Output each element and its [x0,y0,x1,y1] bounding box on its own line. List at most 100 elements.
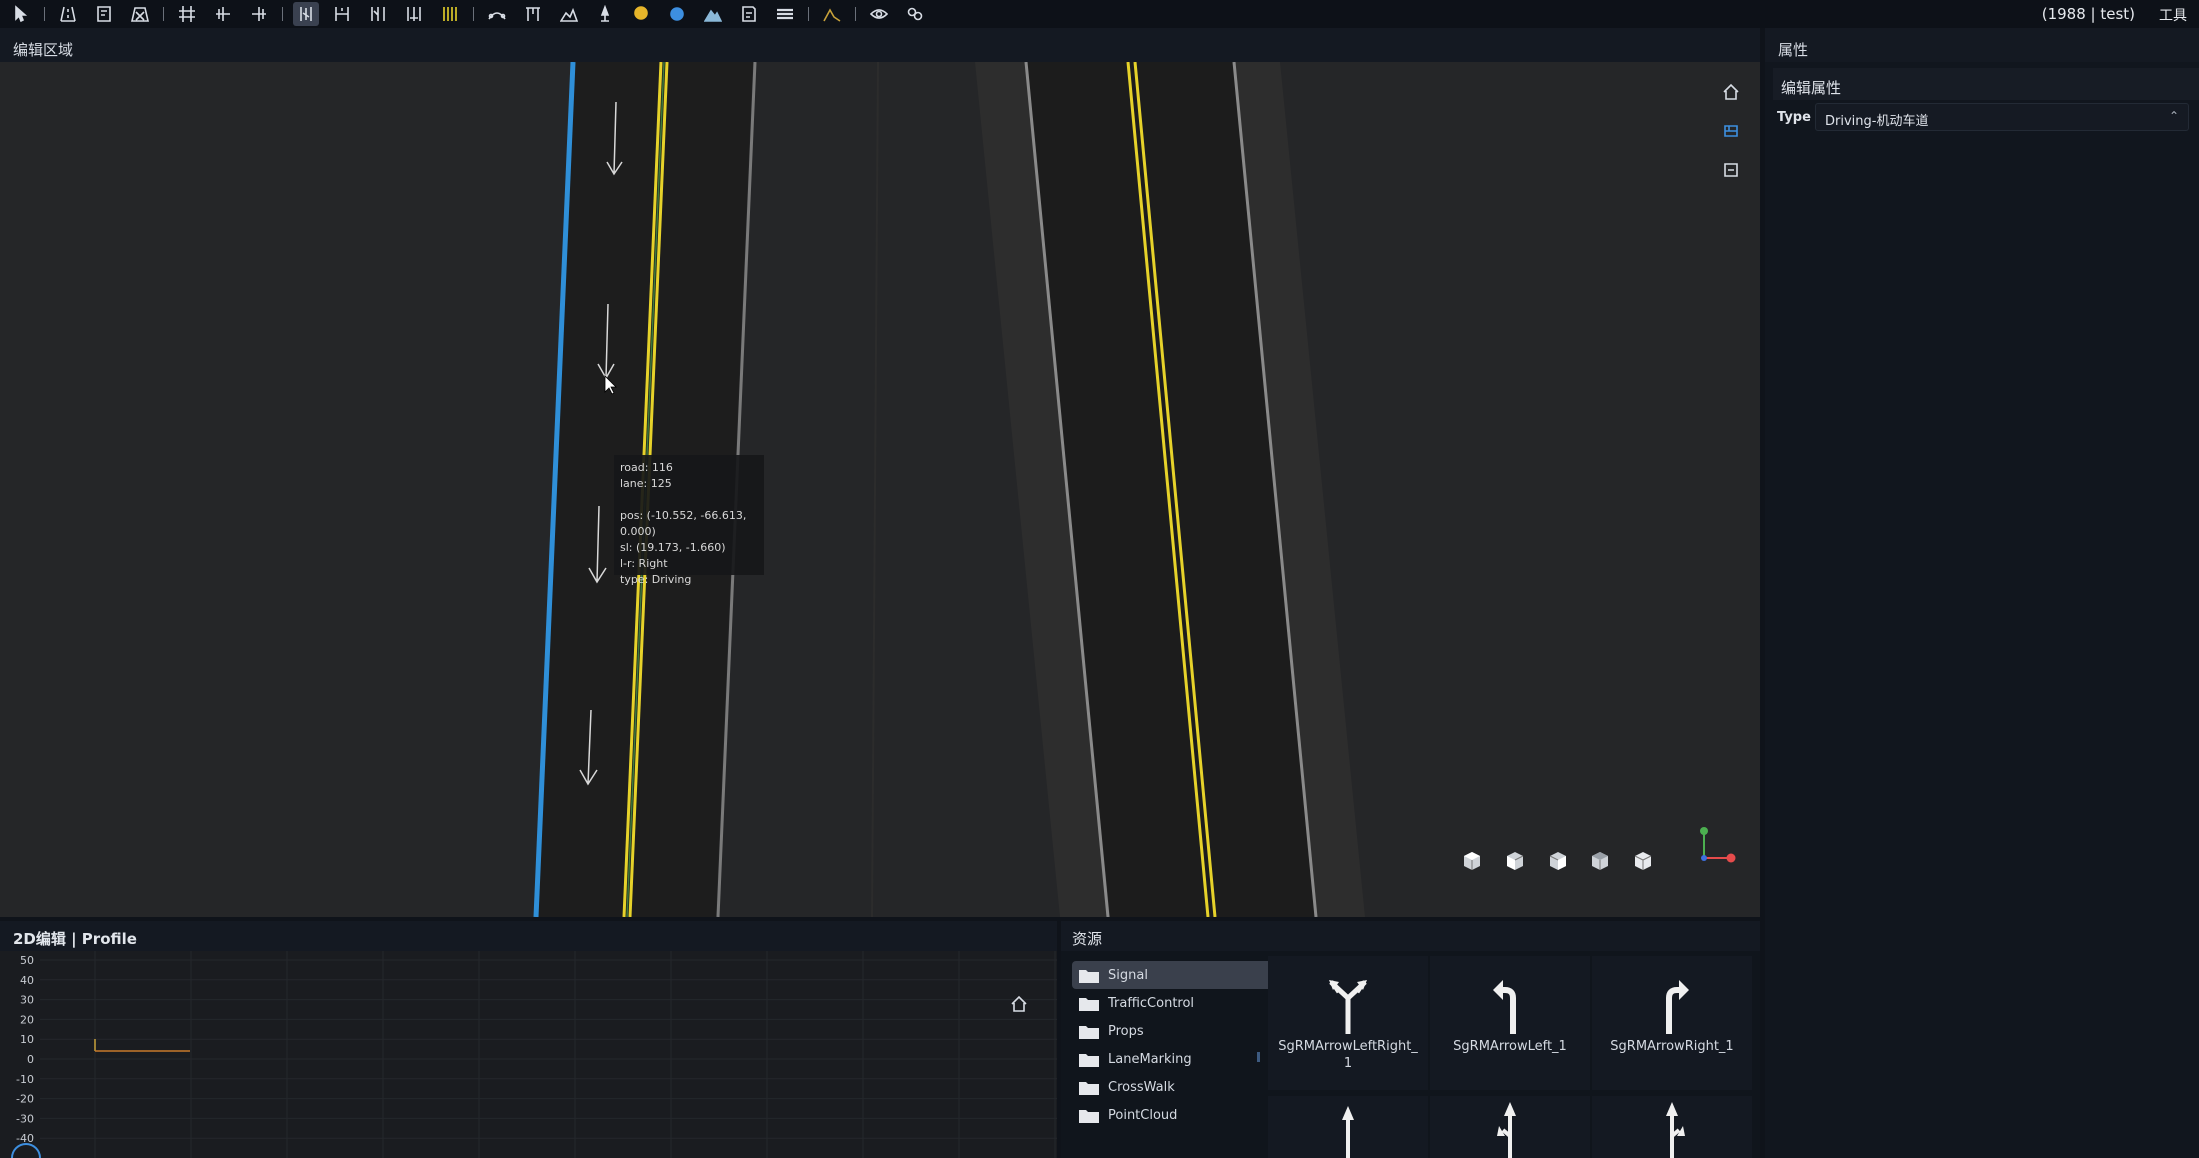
profile-home-icon[interactable] [1010,965,1036,1012]
cube-left-icon[interactable] [1545,848,1571,874]
lane-marking-icon[interactable] [437,2,463,26]
resources-panel: 资源 Signal TrafficControl Props LaneMarki… [1061,921,1760,1158]
arrow-straight-icon [1342,1106,1354,1158]
folder-label: LaneMarking [1108,1051,1192,1067]
resource-name-2: 1 [1343,1056,1353,1071]
tooltip-type: type: Driving [620,573,692,586]
resource-item-arrow-left[interactable]: SgRMArrowLeft_1 [1430,956,1590,1090]
curve-icon[interactable] [484,2,510,26]
folder-label: Props [1108,1023,1144,1039]
toolbar-separator [282,7,283,21]
tooltip-lr: l-r: Right [620,557,668,570]
profile-title: 2D编辑 | Profile [0,921,1057,951]
toolbar-separator [44,7,45,21]
tooltip-road: road: 116 [620,461,673,474]
profile-y-tick: 0 [27,1053,34,1066]
resource-name: SgRMArrowLeftRight_ [1278,1039,1418,1054]
resource-item-arrow-left-right[interactable]: SgRMArrowLeftRight_ 1 [1268,956,1428,1090]
lane-add-icon[interactable] [210,2,236,26]
profile-y-tick: 20 [20,1013,34,1026]
profile-y-tick: -20 [16,1093,34,1106]
cube-front-icon[interactable] [1459,848,1485,874]
chevron-updown-icon: ⌃ [2168,109,2179,123]
folder-icon [1078,968,1099,983]
object-icon[interactable] [664,2,690,26]
road-edit-icon[interactable] [91,2,117,26]
terrain-icon[interactable] [819,2,845,26]
eye-icon[interactable] [866,2,892,26]
folder-label: Signal [1108,967,1148,983]
axis-gizmo-icon [1700,827,1736,863]
map-icon[interactable] [736,2,762,26]
elevation-icon[interactable] [556,2,582,26]
type-select[interactable]: Driving-机动车道 ⌃ [1815,103,2189,131]
resource-name: SgRMArrowLeft_1 [1453,1039,1567,1054]
folder-icon [1078,1108,1099,1123]
mountain-icon[interactable] [700,2,726,26]
edit-viewport[interactable]: road: 116 lane: 125 pos: (-10.552, -66.6… [0,62,1760,917]
tools-menu[interactable]: 工具 [2159,5,2187,25]
resources-title: 资源 [1061,921,1760,951]
profile-y-ticks: 50403020100-10-20-30-40 [16,954,34,1145]
road-guide-line [871,62,879,917]
tooltip-lane: lane: 125 [620,477,672,490]
gate-icon[interactable] [520,2,546,26]
arrow-left-right-icon [1329,980,1367,1034]
type-label: Type [1777,110,1811,125]
link-icon[interactable] [902,2,928,26]
resource-grid: SgRMArrowLeftRight_ 1 SgRMArrowLeft_1 SgR… [1262,956,1760,1158]
arrow-straight-left-icon [1497,1102,1516,1158]
perspective-icon[interactable] [1718,118,1744,144]
profile-y-tick: 10 [20,1033,34,1046]
home-icon[interactable] [1718,79,1744,105]
user-label: (1988 | test) [2041,5,2135,23]
road-canvas[interactable] [0,62,1760,917]
profile-y-tick: 50 [20,954,34,967]
signal-icon[interactable] [628,2,654,26]
select-icon[interactable] [8,2,34,26]
profile-chart[interactable]: 50403020100-10-20-30-40 [0,951,1057,1158]
profile-grid [40,951,1057,1158]
profile-y-tick: -30 [16,1112,34,1125]
edit-properties-section: 编辑属性 [1773,68,2199,100]
folder-label: CrossWalk [1108,1079,1175,1095]
profile-origin-marker [11,1143,41,1158]
road-delete-icon[interactable] [127,2,153,26]
profile-y-tick: -10 [16,1073,34,1086]
bridge-icon[interactable] [772,2,798,26]
pin-icon[interactable] [592,2,618,26]
lane-split-icon[interactable] [246,2,272,26]
road-icon[interactable] [55,2,81,26]
cube-iso-icon[interactable] [1630,848,1656,874]
resource-item-arrow-right[interactable]: SgRMArrowRight_1 [1592,956,1752,1090]
cube-right-icon[interactable] [1587,848,1613,874]
arrow-straight-right-icon [1666,1102,1685,1158]
profile-y-tick: 30 [20,994,34,1007]
tooltip-pos: pos: (-10.552, -66.613, 0.000) [620,509,747,538]
folder-icon [1078,1052,1099,1067]
resource-name: SgRMArrowRight_1 [1610,1039,1734,1054]
cube-top-icon[interactable] [1502,848,1528,874]
minus-box-icon[interactable] [1718,157,1744,183]
arrow-right-icon [1666,980,1689,1034]
properties-panel: 编辑属性 Type Driving-机动车道 ⌃ [1765,62,2199,1158]
type-select-value: Driving-机动车道 [1825,114,1929,129]
resource-item-arrow-straight-left[interactable] [1430,1096,1590,1158]
resource-item-arrow-straight[interactable] [1268,1096,1428,1158]
folder-icon [1078,1080,1099,1095]
tooltip-sl: sl: (19.173, -1.660) [620,541,726,554]
toolbar-separator [808,7,809,21]
resource-item-arrow-straight-right[interactable] [1592,1096,1752,1158]
junction-icon[interactable] [174,2,200,26]
properties-title: 属性 [1765,28,2199,62]
lane-link-icon[interactable] [401,2,427,26]
lane-active-icon[interactable] [293,2,319,26]
lane-info-tooltip: road: 116 lane: 125 pos: (-10.552, -66.6… [614,455,764,586]
splitter-handle[interactable] [1257,1052,1260,1062]
folder-icon [1078,996,1099,1011]
folder-label: TrafficControl [1108,995,1195,1011]
edit-area-title: 编辑区域 [0,28,1760,62]
lane-offset-icon[interactable] [365,2,391,26]
profile-panel: 2D编辑 | Profile 50 40 30 20 10 0 -10 -20 -30 -40 [0,921,1057,1158]
lane-width-icon[interactable] [329,2,355,26]
